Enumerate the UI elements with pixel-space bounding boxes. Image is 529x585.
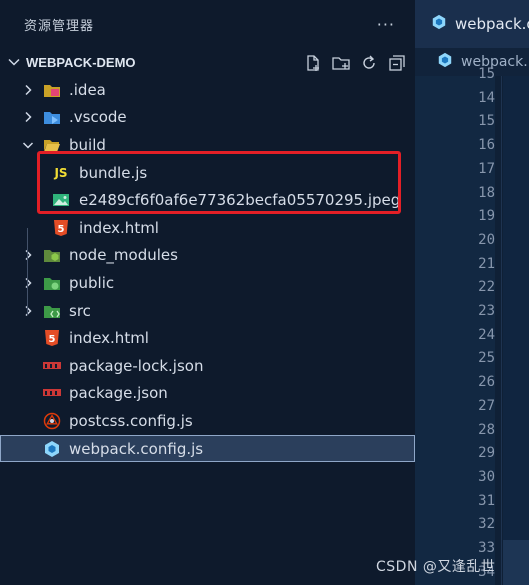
tree-item-package-json[interactable]: package.json xyxy=(0,380,415,408)
current-line-highlight xyxy=(503,540,529,585)
html-file-icon: 5 xyxy=(52,219,70,237)
explorer-header: 资源管理器 ··· xyxy=(0,0,415,48)
file-tree: .idea .vscode build JS bundle.js e2489cf… xyxy=(0,76,415,463)
line-number: 15 xyxy=(478,113,495,130)
npm-file-icon xyxy=(43,357,61,375)
line-number: 20 xyxy=(478,231,495,248)
collapse-all-icon[interactable] xyxy=(387,53,407,73)
explorer-panel: 资源管理器 ··· WEBPACK-DEMO .idea .vscode bui… xyxy=(0,0,415,585)
line-number: 24 xyxy=(478,326,495,343)
line-number: 23 xyxy=(478,303,495,319)
tree-item-label: webpack.config.js xyxy=(69,439,204,458)
folder-open-icon xyxy=(43,136,61,154)
tree-item-idea[interactable]: .idea xyxy=(0,76,415,104)
chevron-right-icon xyxy=(21,276,35,290)
line-number: 30 xyxy=(478,468,495,485)
tree-item-label: node_modules xyxy=(69,246,178,265)
tree-item-bundle-js[interactable]: JS bundle.js xyxy=(0,159,415,187)
new-folder-icon[interactable] xyxy=(331,53,351,73)
tree-item-jpeg[interactable]: e2489cf6f0af6e77362becfa05570295.jpeg xyxy=(0,186,415,214)
tree-item-postcss-config-js[interactable]: postcss.config.js xyxy=(0,407,415,435)
tree-item-label: index.html xyxy=(79,218,159,237)
postcss-file-icon xyxy=(43,412,61,430)
line-number: 33 xyxy=(478,540,495,556)
gutter-divider xyxy=(501,76,502,585)
line-number: 27 xyxy=(478,397,495,414)
chevron-right-icon xyxy=(21,83,35,97)
tab-label: webpack.c xyxy=(455,15,529,33)
line-number: 29 xyxy=(478,445,495,462)
editor-area: webpack.c webpack. 15 14 15 16 17 18 19 20 21 22 2… xyxy=(415,0,529,585)
tree-item-label: public xyxy=(69,273,115,292)
tree-item-label: build xyxy=(69,135,106,154)
webpack-file-icon xyxy=(437,52,453,72)
tree-item-vscode[interactable]: .vscode xyxy=(0,104,415,132)
tree-item-label: package-lock.json xyxy=(69,356,204,375)
tree-item-label: package.json xyxy=(69,384,168,403)
line-number: 21 xyxy=(478,255,495,272)
folder-public-icon xyxy=(43,274,61,292)
project-name: WEBPACK-DEMO xyxy=(26,54,136,70)
tree-item-label: .idea xyxy=(69,80,106,99)
folder-src-icon xyxy=(43,302,61,320)
tree-item-label: src xyxy=(69,301,91,320)
webpack-file-icon xyxy=(43,440,61,458)
tree-item-package-lock-json[interactable]: package-lock.json xyxy=(0,352,415,380)
image-file-icon xyxy=(52,191,70,209)
line-number: 19 xyxy=(478,208,495,225)
chevron-down-icon xyxy=(6,54,22,70)
js-file-icon: JS xyxy=(54,165,68,180)
line-number: 17 xyxy=(478,160,495,177)
npm-file-icon xyxy=(43,384,61,402)
folder-node-icon xyxy=(43,246,61,264)
line-number: 26 xyxy=(478,374,495,391)
explorer-title: 资源管理器 xyxy=(24,18,95,34)
tree-item-webpack-config-js[interactable]: webpack.config.js xyxy=(0,434,415,463)
line-number: 28 xyxy=(478,421,495,438)
chevron-right-icon xyxy=(21,110,35,124)
tree-item-public[interactable]: public xyxy=(0,269,415,297)
line-number: 15 xyxy=(478,66,495,82)
tree-item-label: index.html xyxy=(69,329,149,348)
line-number: 31 xyxy=(478,492,495,509)
more-actions-button[interactable]: ··· xyxy=(377,15,395,34)
line-number: 16 xyxy=(478,137,495,154)
svg-text:5: 5 xyxy=(58,224,65,235)
line-number: 14 xyxy=(478,89,495,106)
indent-guide xyxy=(27,228,28,315)
folder-vscode-icon xyxy=(43,108,61,126)
folder-idea-icon xyxy=(43,81,61,99)
html-file-icon: 5 xyxy=(43,329,61,347)
refresh-icon[interactable] xyxy=(359,53,379,73)
project-header[interactable]: WEBPACK-DEMO xyxy=(0,48,415,76)
webpack-file-icon xyxy=(431,14,447,34)
tree-item-label: bundle.js xyxy=(79,163,148,182)
chevron-right-icon xyxy=(21,248,35,262)
line-number: 22 xyxy=(478,279,495,296)
new-file-icon[interactable] xyxy=(303,53,323,73)
line-number: 32 xyxy=(478,516,495,533)
chevron-down-icon xyxy=(21,138,35,152)
tree-item-src[interactable]: src xyxy=(0,297,415,325)
tree-item-label: .vscode xyxy=(69,108,127,127)
tree-item-label: postcss.config.js xyxy=(69,411,193,430)
tree-item-build-index-html[interactable]: 5 index.html xyxy=(0,214,415,242)
tree-item-build[interactable]: build xyxy=(0,131,415,159)
tree-item-node-modules[interactable]: node_modules xyxy=(0,242,415,270)
watermark: CSDN @又逢乱世 xyxy=(376,559,496,575)
line-number: 18 xyxy=(478,184,495,201)
tab-webpack-config[interactable]: webpack.c xyxy=(415,0,529,48)
svg-text:5: 5 xyxy=(49,334,56,345)
tree-item-index-html[interactable]: 5 index.html xyxy=(0,324,415,352)
tree-item-label: e2489cf6f0af6e77362becfa05570295.jpeg xyxy=(79,191,401,210)
line-number: 25 xyxy=(478,350,495,367)
tab-bar: webpack.c xyxy=(415,0,529,48)
chevron-right-icon xyxy=(21,304,35,318)
code-area[interactable] xyxy=(503,76,529,585)
